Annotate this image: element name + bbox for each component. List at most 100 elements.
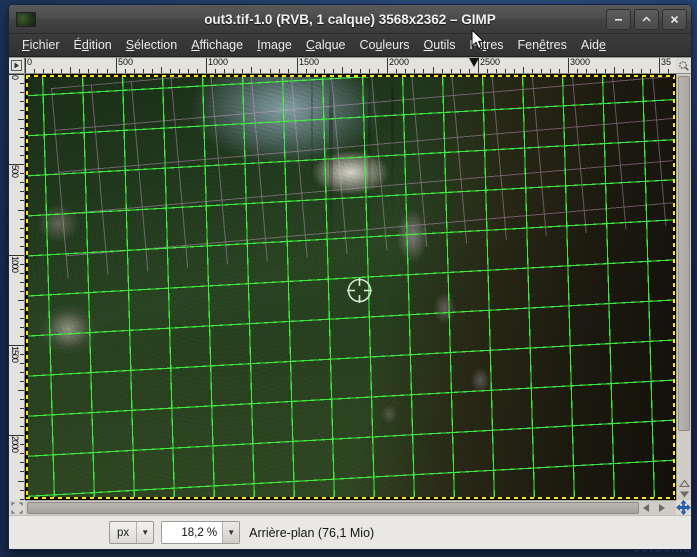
close-icon[interactable] [662,8,687,30]
ruler-tick [541,69,542,73]
ruler-tick [260,69,261,73]
ruler-tick [315,69,316,73]
ruler-menu-icon[interactable] [9,58,25,74]
menubar: Fichier Édition Sélection Affichage Image Cal… [9,34,691,57]
ruler-tick [88,69,89,73]
menu-calque[interactable]: Calque [299,36,353,54]
zoom-selector[interactable]: 18,2 % ▼ [161,521,241,544]
menu-selection[interactable]: Sélection [119,36,184,54]
ruler-tick [233,69,234,73]
ruler-tick [333,69,334,73]
zoom-chevron-down-icon[interactable]: ▼ [222,522,240,543]
ruler-tick [306,69,307,73]
horizontal-ruler[interactable]: 0 500 1000 1500 2000 2500 3000 35 [25,58,676,74]
ruler-tick [288,69,289,73]
ruler-tick [52,69,53,73]
ruler-tick [34,69,35,73]
ruler-tick [20,273,24,274]
unit-selector[interactable]: px ▼ [109,521,155,544]
ruler-tick [623,69,624,73]
unit-value: px [117,526,130,539]
ruler-tick [20,399,24,400]
ruler-tick [20,318,24,319]
ruler-label: 35 [661,58,672,67]
ruler-tick [20,471,24,472]
ruler-tick [20,191,24,192]
menu-image[interactable]: Image [250,36,299,54]
ruler-tick [20,336,24,337]
scroll-up-icon[interactable] [678,478,691,489]
ruler-tick [20,92,24,93]
ruler-tick [20,101,24,102]
vertical-ruler[interactable]: 0 500 1000 1500 2000 [9,74,25,500]
ruler-position-marker [469,58,479,67]
ruler-tick [577,69,578,73]
photo-layer [26,75,675,499]
ruler-tick [297,58,298,73]
scroll-down-icon[interactable] [678,489,691,500]
ruler-tick [43,69,44,73]
ruler-tick [279,69,280,73]
ruler-tick [215,69,216,73]
ruler-tick [79,69,80,73]
unit-chevron-down-icon[interactable]: ▼ [136,522,153,543]
ruler-tick [442,69,443,73]
ruler-tick [514,69,515,73]
ruler-tick [70,67,71,73]
ruler-tick [605,69,606,73]
ruler-tick [614,67,615,73]
window-titlebar[interactable]: out3.tif-1.0 (RVB, 1 calque) 3568x2362 –… [9,5,691,34]
ruler-tick [496,69,497,73]
ruler-tick [20,155,24,156]
ruler-tick [270,69,271,73]
ruler-tick [20,426,24,427]
ruler-tick [641,69,642,73]
ruler-tick [20,146,24,147]
ruler-tick [20,219,24,220]
ruler-label: 3000 [570,58,591,67]
ruler-tick [188,69,189,73]
ruler-tick [20,137,24,138]
ruler-tick [632,69,633,73]
navigation-icon[interactable] [676,500,691,515]
horizontal-scrollbar-thumb[interactable] [27,502,639,514]
ruler-tick [206,58,207,73]
ruler-tick [20,309,24,310]
ruler-tick [20,444,24,445]
menu-aide[interactable]: Aide [574,36,613,54]
editor-area: 0 500 1000 1500 2000 2500 3000 35 0 500 1000 1500 2… [9,57,691,515]
ruler-tick [134,69,135,73]
maximize-icon[interactable] [634,8,659,30]
vertical-scrollbar-thumb[interactable] [678,76,690,431]
menu-couleurs[interactable]: Couleurs [352,36,416,54]
ruler-label: 2500 [480,58,501,67]
ruler-tick [20,291,24,292]
vertical-scrollbar[interactable] [676,74,691,500]
menu-affichage[interactable]: Affichage [184,36,250,54]
ruler-tick [20,453,24,454]
ruler-tick [423,69,424,73]
ruler-label: 500 [10,165,20,178]
menu-edition[interactable]: Édition [67,36,119,54]
menu-fenetres[interactable]: Fenêtres [511,36,574,54]
scroll-left-icon[interactable] [640,502,652,514]
scroll-right-icon[interactable] [656,502,668,514]
horizontal-scrollbar[interactable] [25,500,676,515]
ruler-tick [18,210,24,211]
minimize-icon[interactable] [606,8,631,30]
image-canvas[interactable] [25,74,676,500]
ruler-tick [20,363,24,364]
quick-mask-icon[interactable] [9,500,25,515]
zoom-input[interactable]: 18,2 % [162,522,223,543]
menu-filtres[interactable]: Filtres [462,36,510,54]
image-thumbnail-icon [16,11,36,27]
menu-fichier[interactable]: Fichier [15,36,67,54]
ruler-label: 0 [10,75,20,80]
ruler-tick [20,462,24,463]
ruler-tick [18,300,24,301]
menu-outils[interactable]: Outils [417,36,463,54]
ruler-tick [20,264,24,265]
zoom-image-icon[interactable] [676,58,691,74]
ruler-tick [20,237,24,238]
ruler-tick [405,69,406,73]
